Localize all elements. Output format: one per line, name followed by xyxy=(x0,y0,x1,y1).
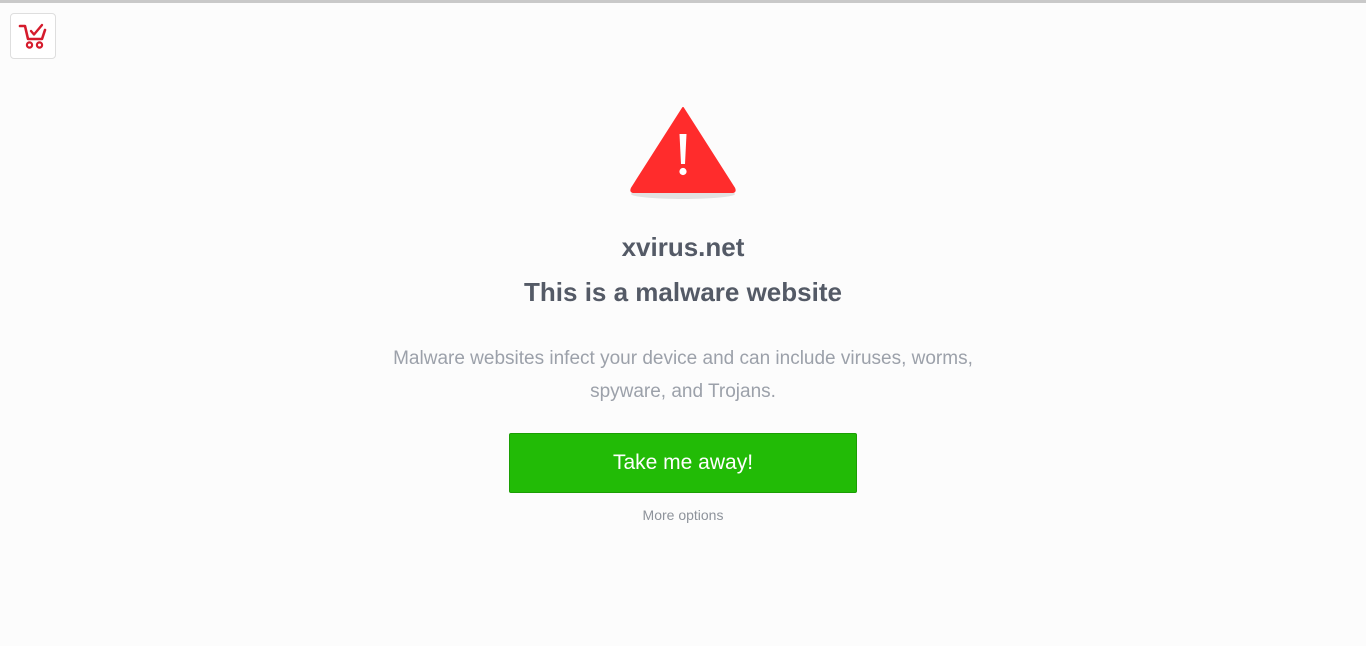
extension-button[interactable] xyxy=(10,13,56,59)
more-options-link[interactable]: More options xyxy=(643,507,724,523)
shopping-cart-check-icon xyxy=(18,23,47,49)
more-options-container: More options xyxy=(0,507,1366,523)
site-domain: xvirus.net xyxy=(621,232,745,262)
warning-triangle-icon xyxy=(630,107,736,199)
top-border xyxy=(0,0,1366,3)
warning-description: Malware websites infect your device and … xyxy=(393,348,973,402)
warning-icon-wrap xyxy=(628,104,738,204)
take-me-away-button[interactable]: Take me away! xyxy=(509,433,857,493)
warning-headline: This is a malware website xyxy=(524,277,842,307)
